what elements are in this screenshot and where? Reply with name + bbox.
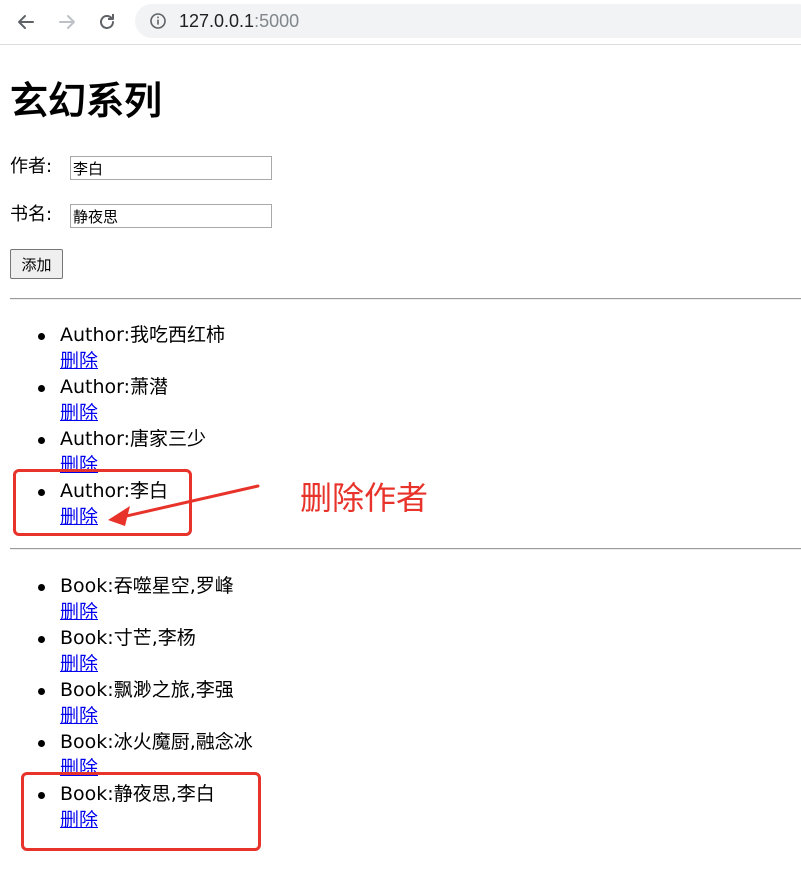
info-icon[interactable] (149, 12, 167, 30)
add-button[interactable]: 添加 (10, 249, 63, 279)
author-item-text: Author:我吃西红柿 (60, 324, 226, 346)
divider (10, 298, 801, 300)
url-port: :5000 (254, 11, 300, 31)
author-label: 作者: (10, 156, 53, 177)
forward-arrow-icon (59, 15, 75, 29)
book-label: 书名: (10, 204, 53, 225)
book-input[interactable] (70, 204, 272, 228)
delete-book-link[interactable]: 删除 (60, 599, 98, 625)
divider (10, 548, 801, 550)
bullet (38, 636, 45, 643)
delete-author-link[interactable]: 删除 (60, 348, 98, 374)
url-text[interactable]: 127.0.0.1:5000 (179, 11, 299, 31)
list-item: Author:萧潜 删除 (10, 374, 710, 426)
url-host: 127.0.0.1 (179, 11, 255, 31)
bullet (38, 688, 45, 695)
annotation-arrow-icon (108, 484, 260, 526)
reload-icon (100, 14, 114, 29)
list-item: Book:飘渺之旅,李强 删除 (10, 677, 710, 729)
list-item: Book:吞噬星空,罗峰 删除 (10, 573, 710, 625)
back-button[interactable] (12, 8, 40, 36)
bullet (38, 333, 45, 340)
list-item: Book:寸芒,李杨 删除 (10, 625, 710, 677)
page-title: 玄幻系列 (10, 79, 163, 123)
delete-book-link[interactable]: 删除 (60, 651, 98, 677)
author-input[interactable] (70, 156, 272, 180)
book-item-text: Book:飘渺之旅,李强 (60, 679, 234, 701)
book-item-text: Book:冰火魔厨,融念冰 (60, 731, 253, 753)
author-item-text: Author:唐家三少 (60, 428, 207, 450)
back-arrow-icon (18, 15, 34, 29)
bullet (38, 437, 45, 444)
highlight-box-book (21, 772, 261, 851)
bullet (38, 740, 45, 747)
bullet (38, 385, 45, 392)
reload-button[interactable] (93, 8, 121, 36)
author-item-text: Author:萧潜 (60, 376, 169, 398)
delete-book-link[interactable]: 删除 (60, 703, 98, 729)
book-item-text: Book:寸芒,李杨 (60, 627, 196, 649)
forward-button[interactable] (53, 8, 81, 36)
address-bar[interactable]: 127.0.0.1:5000 (135, 4, 801, 38)
browser-toolbar: 127.0.0.1:5000 (0, 0, 801, 45)
bullet (38, 584, 45, 591)
annotation-label: 删除作者 (300, 479, 429, 517)
list-item: Author:我吃西红柿 删除 (10, 322, 710, 374)
book-item-text: Book:吞噬星空,罗峰 (60, 575, 234, 597)
delete-author-link[interactable]: 删除 (60, 400, 98, 426)
